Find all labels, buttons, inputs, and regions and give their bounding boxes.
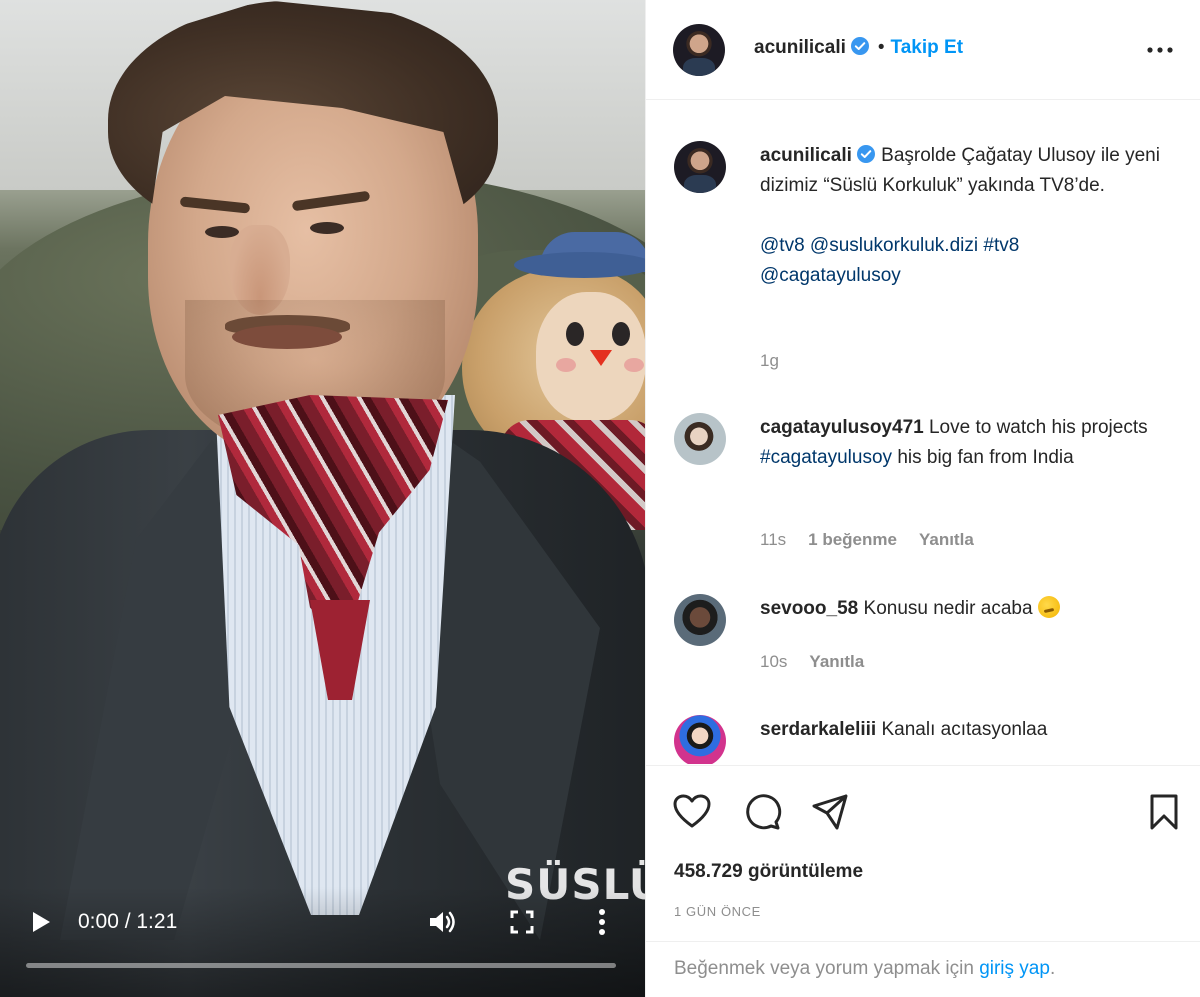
scarecrow-cheek-left [556, 358, 576, 372]
comment-text-end: his big fan from India [892, 447, 1074, 468]
post-actions: 458.729 görüntüleme 1 GÜN ÖNCE Beğenmek … [646, 765, 1200, 997]
man-eye-right [310, 222, 344, 234]
commenter-username[interactable]: sevooo_58 [760, 598, 858, 619]
caption-mentions-line-1[interactable]: @tv8 @suslukorkuluk.dizi #tv8 [760, 231, 1190, 261]
reply-button[interactable]: Yanıtla [919, 530, 974, 549]
author-avatar[interactable] [673, 24, 725, 76]
login-prompt-suffix: . [1049, 958, 1056, 979]
more-horizontal-icon[interactable] [1145, 36, 1175, 64]
thinking-face-icon [1037, 596, 1060, 618]
comment-body: sevooo_58 Konusu nedir acaba [760, 594, 1190, 624]
separator-dot: • [877, 37, 885, 58]
send-icon[interactable] [810, 792, 850, 832]
man-mouth [232, 325, 342, 349]
scarecrow-nose [590, 350, 612, 366]
more-vertical-icon[interactable] [592, 906, 612, 938]
reply-button[interactable]: Yanıtla [809, 652, 864, 671]
verified-badge-icon [856, 145, 875, 163]
login-link[interactable]: giriş yap [979, 958, 1050, 979]
commenter-avatar[interactable] [674, 715, 726, 764]
commenter-username[interactable]: cagatayulusoy471 [760, 417, 924, 438]
instagram-post-view: SÜSLÜ 0:00 / 1:21 acunilicali • Takip Et [0, 0, 1200, 997]
comment-age: 11s [760, 530, 787, 549]
commenter-username[interactable]: serdarkaleliii [760, 719, 876, 740]
login-prompt-prefix: Beğenmek veya yorum yapmak için [674, 958, 980, 979]
heart-icon[interactable] [672, 792, 712, 832]
caption-body: acunilicali Başrolde Çağatay Ulusoy ile … [760, 141, 1190, 291]
man-eye-left [205, 226, 239, 238]
caption-meta: 1g [760, 351, 801, 371]
caption-author-avatar[interactable] [674, 141, 726, 193]
scarecrow-cheek-right [624, 358, 644, 372]
caption-mentions-line-2[interactable]: @cagatayulusoy [760, 261, 1190, 291]
volume-icon[interactable] [426, 906, 458, 938]
comment-body: cagatayulusoy471 Love to watch his proje… [760, 413, 1190, 473]
video-controls [0, 887, 645, 997]
comment-icon[interactable] [742, 792, 782, 832]
comments-list[interactable]: acunilicali Başrolde Çağatay Ulusoy ile … [646, 101, 1200, 764]
comment-item: serdarkaleliii Kanalı acıtasyonlaa [674, 715, 1174, 764]
comment-meta: 11s 1 beğenme Yanıtla [760, 530, 996, 550]
follow-button[interactable]: Takip Et [891, 37, 964, 58]
post-panel: acunilicali • Takip Et acunilicali Başrold… [645, 0, 1200, 997]
author-username[interactable]: acunilicali [754, 37, 846, 58]
post-date[interactable]: 1 GÜN ÖNCE [674, 904, 761, 919]
header-author-line: acunilicali • Takip Et [754, 36, 963, 59]
comment-age: 10s [760, 652, 788, 671]
view-count[interactable]: 458.729 görüntüleme [674, 861, 863, 883]
comment-text: Love to watch his projects [928, 417, 1148, 438]
comment-item: cagatayulusoy471 Love to watch his proje… [674, 413, 1174, 563]
login-prompt-text: Beğenmek veya yorum yapmak için giriş ya… [674, 958, 1055, 980]
play-icon[interactable] [30, 910, 52, 934]
verified-badge-icon [850, 37, 869, 55]
video-progress-track[interactable] [26, 963, 616, 968]
video-player[interactable]: SÜSLÜ 0:00 / 1:21 [0, 0, 645, 997]
login-prompt: Beğenmek veya yorum yapmak için giriş ya… [646, 941, 1200, 997]
comment-text: Konusu nedir acaba [863, 598, 1033, 619]
scarecrow-hat-brim [514, 252, 645, 278]
comment-hashtag[interactable]: #cagatayulusoy [760, 447, 892, 468]
scarecrow-eye-right [612, 322, 630, 346]
commenter-avatar[interactable] [674, 594, 726, 646]
caption-username[interactable]: acunilicali [760, 145, 852, 166]
comment-meta: 10s Yanıtla [760, 652, 886, 672]
comment-body: serdarkaleliii Kanalı acıtasyonlaa [760, 715, 1190, 745]
fullscreen-icon[interactable] [508, 908, 536, 936]
bookmark-icon[interactable] [1144, 792, 1184, 832]
scarecrow-eye-left [566, 322, 584, 346]
caption-age: 1g [760, 351, 779, 370]
comment-item: sevooo_58 Konusu nedir acaba 10s Yanıtla [674, 594, 1174, 694]
commenter-avatar[interactable] [674, 413, 726, 465]
caption-item: acunilicali Başrolde Çağatay Ulusoy ile … [674, 141, 1174, 381]
comment-text: Kanalı acıtasyonlaa [881, 719, 1048, 740]
video-time: 0:00 / 1:21 [78, 910, 178, 933]
post-header: acunilicali • Takip Et [646, 0, 1200, 100]
comment-likes[interactable]: 1 beğenme [808, 530, 897, 549]
